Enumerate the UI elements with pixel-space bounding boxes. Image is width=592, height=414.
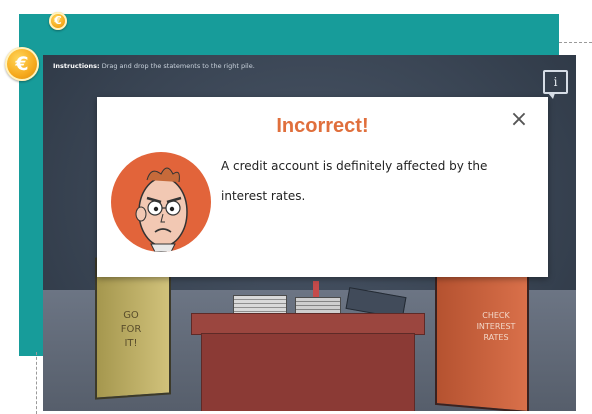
check-interest-rates-folder-label: CHECK INTEREST RATES [461,310,531,343]
feedback-message: A credit account is definitely affected … [221,159,488,203]
folder-label-line: FOR [120,324,142,335]
activity-stage: Instructions: Drag and drop the statemen… [43,55,576,411]
dashed-guide-line [36,352,37,414]
euro-coin-icon: € [49,12,67,30]
desk-top [191,313,425,335]
folder-label-line: RATES [483,333,509,342]
instructions-label: Instructions: [53,62,100,70]
dashed-guide-line [559,42,592,43]
folder-label-line: INTEREST [476,322,516,331]
angry-face-icon [135,167,188,252]
instructions-text: Instructions: Drag and drop the statemen… [53,62,255,70]
desk-body [201,333,415,411]
paper-stack [233,295,287,315]
feedback-dialog: Incorrect! × A credit account is definit… [97,97,548,277]
angry-character-avatar [111,152,211,252]
dialog-title: Incorrect! [276,115,369,137]
go-for-it-folder-label: GO FOR IT! [101,309,161,351]
folder-label-line: GO [123,310,139,321]
euro-coin-icon: € [5,47,39,81]
folder-label-line: CHECK [482,311,510,320]
close-icon[interactable]: × [509,109,529,131]
folder-label-line: IT! [124,338,138,349]
info-icon[interactable]: i [543,70,568,99]
instructions-body: Drag and drop the statements to the righ… [101,62,255,70]
